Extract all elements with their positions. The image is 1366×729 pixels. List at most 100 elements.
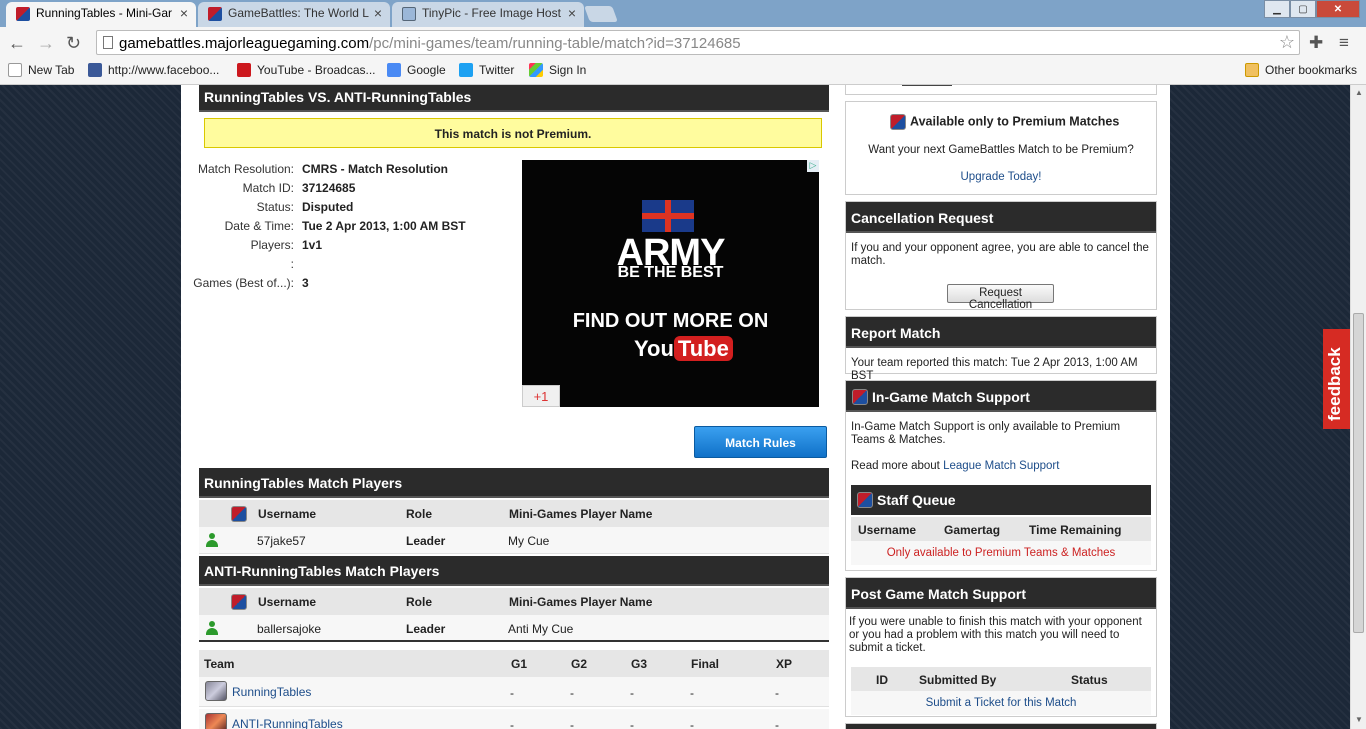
tab-title: TinyPic - Free Image Host <box>422 6 561 20</box>
opponent-players-title: ANTI-RunningTables Match Players <box>199 556 829 586</box>
page-content: RunningTables VS. ANTI-RunningTables Thi… <box>181 85 1170 729</box>
detail-row: Match ID: 37124685 <box>181 181 511 200</box>
bookmark-sign-in[interactable]: Sign In <box>529 63 586 77</box>
player-username[interactable]: ballersajoke <box>257 622 321 636</box>
page-scrollbar[interactable]: ▲ ▼ <box>1350 85 1366 729</box>
google-plus-one-button[interactable]: +1 <box>522 385 560 407</box>
request-cancellation-button[interactable]: Request Cancellation <box>947 284 1054 311</box>
bookmark-facebook[interactable]: http://www.faceboo... <box>88 63 219 77</box>
mlg-favicon-icon <box>208 7 222 21</box>
close-tab-icon[interactable]: × <box>568 5 576 21</box>
premium-only-text: Want your next GameBattles Match to be P… <box>868 144 1134 156</box>
extension-icon[interactable]: ✚ <box>1309 33 1323 53</box>
forward-icon[interactable]: → <box>37 33 55 54</box>
player-role: Leader <box>406 534 446 548</box>
tab-tinypic[interactable]: TinyPic - Free Image Host × <box>392 2 584 27</box>
team-players-title: RunningTables Match Players <box>199 468 829 498</box>
table-row: RunningTables - - - - - <box>199 677 829 707</box>
staff-queue-title-text: Staff Queue <box>877 492 956 508</box>
mlg-icon <box>852 389 868 405</box>
youtube-logo-tube: Tube <box>673 336 733 361</box>
tab-title: RunningTables - Mini-Gar <box>36 6 173 20</box>
page-icon <box>103 36 113 49</box>
close-tab-icon[interactable]: × <box>374 5 382 21</box>
team-link[interactable]: RunningTables <box>232 685 311 699</box>
player-username[interactable]: 57jake57 <box>257 534 306 548</box>
bookmark-label: New Tab <box>28 63 75 77</box>
twitter-icon <box>459 63 473 77</box>
bookmark-twitter[interactable]: Twitter <box>459 63 514 77</box>
feedback-tab[interactable]: feedback <box>1323 329 1350 429</box>
league-support-link[interactable]: League Match Support <box>943 460 1059 472</box>
ingame-support-title-text: In-Game Match Support <box>872 389 1030 405</box>
army-advert[interactable]: ARMY BE THE BEST FIND OUT MORE ON You Tub… <box>522 160 819 407</box>
bookmark-youtube[interactable]: YouTube - Broadcas... <box>237 63 376 77</box>
player-role: Leader <box>406 622 446 636</box>
col-final: Final <box>691 657 720 671</box>
new-tab-button[interactable] <box>584 6 618 22</box>
cancellation-box: Cancellation Request If you and your opp… <box>845 201 1157 311</box>
bookmark-label: Sign In <box>549 63 587 77</box>
match-rules-button[interactable]: Match Rules <box>694 426 827 458</box>
player-game-name: My Cue <box>508 534 550 548</box>
other-bookmarks[interactable]: Other bookmarks <box>1245 63 1357 77</box>
bookmark-label: http://www.faceboo... <box>108 63 220 77</box>
detail-label: : <box>290 257 294 271</box>
tab-runningtables[interactable]: RunningTables - Mini-Gar × <box>6 2 196 27</box>
match-title: RunningTables VS. ANTI-RunningTables <box>199 85 829 112</box>
feedback-label: feedback <box>1325 347 1344 421</box>
upgrade-link[interactable]: Upgrade Today! <box>846 171 1156 184</box>
players-table-header: Username Role Mini-Games Player Name <box>199 500 829 527</box>
premium-only-box: Available only to Premium Matches Want y… <box>845 101 1157 195</box>
detail-value: CMRS - Match Resolution <box>302 162 448 176</box>
back-icon[interactable]: ← <box>8 33 26 54</box>
address-bar[interactable]: gamebattles.majorleaguegaming.com/pc/min… <box>96 30 1300 55</box>
scroll-down-icon[interactable]: ▼ <box>1355 715 1363 724</box>
table-row: 57jake57 Leader My Cue <box>199 527 829 554</box>
window-controls: ▁ ▢ ✕ <box>1264 0 1360 18</box>
scroll-thumb[interactable] <box>1353 313 1364 633</box>
mlg-icon <box>231 506 247 522</box>
minimize-icon[interactable]: ▁ <box>1264 0 1290 18</box>
score-g3: - <box>630 718 634 729</box>
score-g3: - <box>630 686 634 700</box>
adchoices-icon[interactable]: ▷ <box>807 160 819 172</box>
url-path: /pc/mini-games/team/running-table/match?… <box>369 35 741 52</box>
reload-icon[interactable]: ↻ <box>66 33 81 54</box>
post-game-text: If you were unable to finish this match … <box>849 616 1142 654</box>
detail-label: Players: <box>250 238 294 252</box>
submit-ticket-link[interactable]: Submit a Ticket for this Match <box>851 691 1151 715</box>
ingame-support-title: In-Game Match Support <box>846 381 1156 412</box>
wrench-menu-icon[interactable]: ≡ <box>1339 33 1349 53</box>
detail-label: Games (Best of...): <box>193 276 294 290</box>
close-window-icon[interactable]: ✕ <box>1316 0 1360 18</box>
tickets-header: ID Submitted By Status <box>851 667 1151 691</box>
report-box: Report Match Your team reported this mat… <box>845 316 1157 382</box>
premium-only-title: Available only to Premium Matches <box>890 114 1119 130</box>
tab-gamebattles[interactable]: GameBattles: The World L × <box>198 2 390 27</box>
col-team: Team <box>204 657 235 671</box>
player-game-name: Anti My Cue <box>508 622 574 636</box>
mlg-icon <box>857 492 873 508</box>
table-row: ANTI-RunningTables - - - - - <box>199 709 829 729</box>
col-role: Role <box>406 595 433 609</box>
detail-label: Match ID: <box>242 181 294 195</box>
close-tab-icon[interactable]: × <box>180 5 188 21</box>
bookmark-star-icon[interactable]: ☆ <box>1279 32 1295 53</box>
union-flag-icon <box>642 200 694 232</box>
detail-label: Status: <box>256 200 294 214</box>
col-id: ID <box>876 673 888 687</box>
bookmark-new-tab[interactable]: New Tab <box>8 63 74 77</box>
col-g1: G1 <box>511 657 528 671</box>
detail-row: Match Resolution: CMRS - Match Resolution <box>181 162 511 181</box>
bookmark-google[interactable]: Google <box>387 63 446 77</box>
team-link[interactable]: ANTI-RunningTables <box>232 717 343 729</box>
col-time-remaining: Time Remaining <box>1029 523 1122 537</box>
table-row: ballersajoke Leader Anti My Cue <box>199 615 829 642</box>
score-final: - <box>690 718 694 729</box>
ingame-support-text: In-Game Match Support is only available … <box>851 421 1121 446</box>
premium-notice: This match is not Premium. <box>204 118 822 148</box>
scroll-up-icon[interactable]: ▲ <box>1355 88 1363 97</box>
folder-icon <box>1245 63 1259 77</box>
maximize-icon[interactable]: ▢ <box>1290 0 1316 18</box>
